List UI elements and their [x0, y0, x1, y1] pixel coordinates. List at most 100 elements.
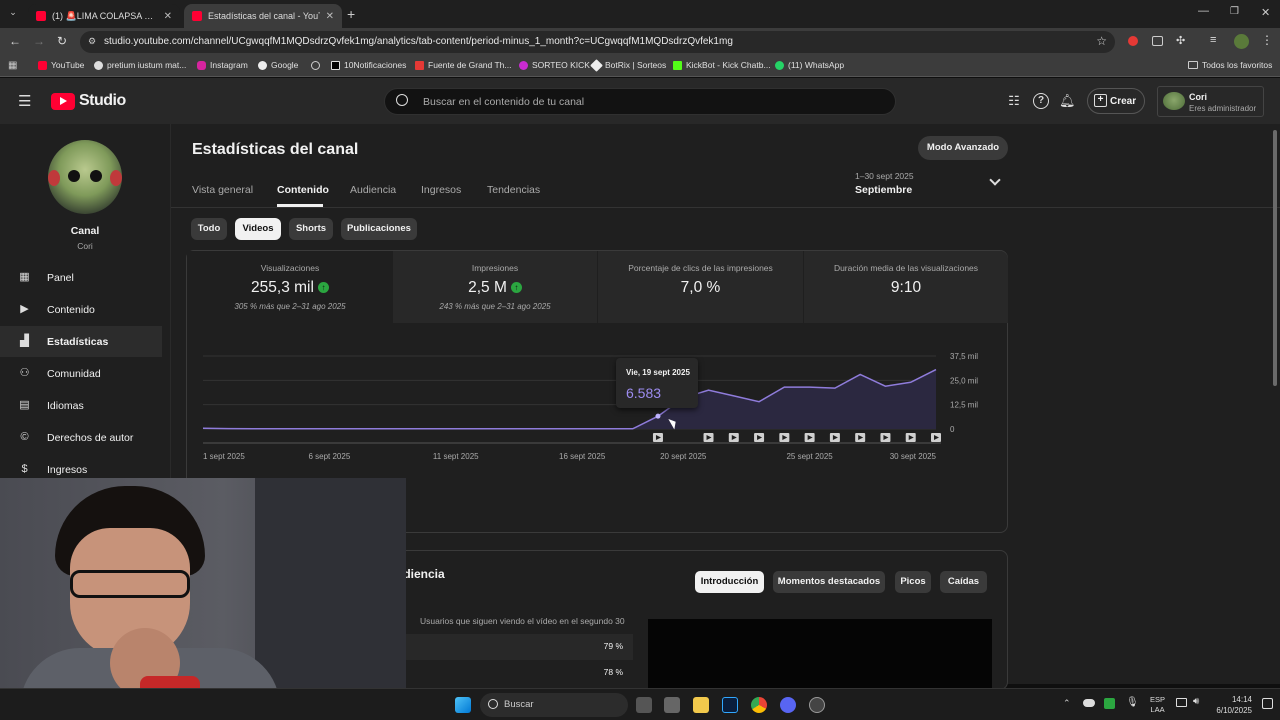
search-input[interactable]: Buscar en el contenido de tu canal [384, 88, 896, 115]
microphone-icon[interactable]: 🎙︎ [1126, 697, 1139, 708]
video-marker-icon[interactable] [804, 433, 815, 442]
onedrive-icon[interactable] [1083, 699, 1095, 707]
segment-caidas[interactable]: Caídas [940, 571, 987, 593]
notifications-icon[interactable] [1262, 698, 1273, 709]
bookmark-sorteo-kick[interactable]: SORTEO KICK [519, 60, 590, 70]
video-marker-icon[interactable] [728, 433, 739, 442]
minimize-icon[interactable]: — [1198, 5, 1209, 17]
window-close-icon[interactable]: ✕ [1261, 6, 1270, 19]
restore-icon[interactable]: ❐ [1230, 6, 1239, 17]
bookmark-pretium[interactable]: pretium iustum mat... [94, 60, 186, 70]
bookmark-google[interactable]: Google [258, 60, 298, 70]
tab-vista-general[interactable]: Vista general [192, 184, 253, 196]
network-icon[interactable] [1176, 698, 1187, 707]
metric-card-views[interactable]: Visualizaciones 255,3 mil ↑ 305 % más que… [187, 251, 393, 323]
video-marker-icon[interactable] [754, 433, 765, 442]
close-tab-icon[interactable]: ✕ [326, 11, 334, 22]
video-marker-icon[interactable] [652, 433, 663, 442]
app-icon[interactable] [664, 697, 680, 713]
windows-start-icon[interactable] [455, 697, 471, 713]
captions-icon[interactable]: ☷ [1006, 93, 1022, 109]
metric-card-impressions[interactable]: Impresiones 2,5 M ↑ 243 % más que 2–31 ag… [393, 251, 597, 323]
extension-icon[interactable] [1152, 36, 1163, 46]
file-explorer-icon[interactable] [693, 697, 709, 713]
channel-avatar[interactable] [48, 140, 122, 214]
bookmarks-folder[interactable]: Todos los favoritos [1188, 60, 1272, 70]
date-period-select[interactable]: Septiembre [855, 184, 912, 196]
bookmark-whatsapp[interactable]: (11) WhatsApp [775, 60, 844, 70]
url-field[interactable]: ⚙ studio.youtube.com/channel/UCgwqqfM1MQ… [80, 31, 1115, 53]
chip-publicaciones[interactable]: Publicaciones [341, 218, 417, 240]
studio-logo[interactable]: Studio [51, 92, 126, 110]
video-marker-icon[interactable] [703, 433, 714, 442]
media-controls-icon[interactable]: ≡ [1210, 34, 1216, 46]
browser-tab-2[interactable]: Estadísticas del canal - YouTube ✕ [184, 4, 342, 28]
tab-tendencias[interactable]: Tendencias [487, 184, 540, 196]
site-info-icon[interactable]: ⚙ [88, 36, 96, 47]
browser-tab-1[interactable]: (1) 🚨LIMA COLAPSA por PARO ✕ [28, 4, 180, 28]
tray-app-icon[interactable] [1104, 698, 1115, 709]
bookmark-notificaciones[interactable]: 10Notificaciones [331, 60, 406, 70]
video-marker-icon[interactable] [779, 433, 790, 442]
app-icon[interactable] [809, 697, 825, 713]
new-tab-icon[interactable]: + [347, 6, 355, 22]
sidebar-item-derechos[interactable]: © Derechos de autor [0, 422, 162, 453]
task-view-icon[interactable] [636, 697, 652, 713]
forward-icon[interactable]: → [33, 34, 45, 48]
bookmark-fuente[interactable]: Fuente de Grand Th... [415, 60, 511, 70]
video-marker-icon[interactable] [855, 433, 866, 442]
chip-todo[interactable]: Todo [191, 218, 227, 240]
tray-chevron-icon[interactable]: ⌃ [1063, 698, 1071, 709]
sidebar-item-panel[interactable]: ▦ Panel [0, 262, 162, 293]
segment-introduccion[interactable]: Introducción [695, 571, 764, 593]
chevron-down-icon[interactable] [989, 174, 1001, 186]
sidebar-item-comunidad[interactable]: ⚇ Comunidad [0, 358, 162, 389]
extensions-puzzle-icon[interactable]: ✣ [1176, 34, 1185, 47]
extension-icon[interactable] [1128, 36, 1138, 46]
video-marker-icon[interactable] [880, 433, 891, 442]
tab-contenido[interactable]: Contenido [277, 184, 329, 196]
video-marker-icon[interactable] [931, 433, 941, 442]
clock[interactable]: 14:14 6/10/2025 [1212, 694, 1252, 716]
tab-ingresos[interactable]: Ingresos [421, 184, 461, 196]
sidebar-item-contenido[interactable]: ▶︎ Contenido [0, 294, 162, 325]
video-preview[interactable] [648, 619, 992, 691]
chip-shorts[interactable]: Shorts [289, 218, 333, 240]
page-scrollbar[interactable] [1273, 130, 1277, 386]
tab-audiencia[interactable]: Audiencia [350, 184, 396, 196]
metric-card-ctr[interactable]: Porcentaje de clics de las impresiones 7… [597, 251, 803, 323]
sidebar-item-idiomas[interactable]: ▤ Idiomas [0, 390, 162, 421]
volume-icon[interactable]: 🔊︎ [1193, 696, 1199, 707]
video-marker-icon[interactable] [829, 433, 840, 442]
apps-grid-icon[interactable]: ▦ [8, 60, 17, 71]
bookmark-star-icon[interactable]: ☆ [1096, 34, 1107, 48]
hamburger-menu-icon[interactable]: ☰ [18, 92, 31, 110]
help-icon[interactable]: ? [1033, 93, 1049, 109]
account-switcher[interactable]: Cori Eres administrador [1157, 86, 1264, 117]
create-button[interactable]: + Crear [1087, 88, 1145, 114]
chrome-icon[interactable] [751, 697, 767, 713]
bookmark-youtube[interactable]: YouTube [38, 60, 84, 70]
browser-menu-icon[interactable]: ⋮ [1261, 33, 1273, 47]
advanced-mode-button[interactable]: Modo Avanzado [918, 136, 1008, 160]
reload-icon[interactable]: ↻ [57, 34, 67, 48]
photoshop-icon[interactable] [722, 697, 738, 713]
segment-picos[interactable]: Picos [895, 571, 931, 593]
tab-list-icon[interactable]: ⌄ [6, 7, 20, 21]
bell-icon[interactable]: 🔔︎ [1059, 93, 1076, 109]
bookmark-globe-icon[interactable] [311, 61, 320, 70]
views-chart[interactable]: 0 12,5 mil 25,0 mil 37,5 mil 1 sept 2025 6 s… [187, 346, 1007, 486]
discord-icon[interactable] [780, 697, 796, 713]
profile-avatar-icon[interactable] [1234, 34, 1249, 49]
bookmark-kickbot[interactable]: KickBot - Kick Chatb... [673, 60, 771, 70]
taskbar-search[interactable]: Buscar [480, 693, 628, 717]
sidebar-item-estadisticas[interactable]: ▟ Estadísticas [0, 326, 162, 357]
close-tab-icon[interactable]: ✕ [164, 11, 172, 22]
metric-card-avg-duration[interactable]: Duración media de las visualizaciones 9:… [803, 251, 1008, 323]
bookmark-instagram[interactable]: Instagram [197, 60, 248, 70]
back-icon[interactable]: ← [9, 34, 21, 48]
video-marker-icon[interactable] [905, 433, 916, 442]
bookmark-botrix[interactable]: BotRix | Sorteos [590, 58, 666, 72]
language-indicator[interactable]: ESP LAA [1150, 695, 1165, 715]
segment-momentos-destacados[interactable]: Momentos destacados [773, 571, 885, 593]
